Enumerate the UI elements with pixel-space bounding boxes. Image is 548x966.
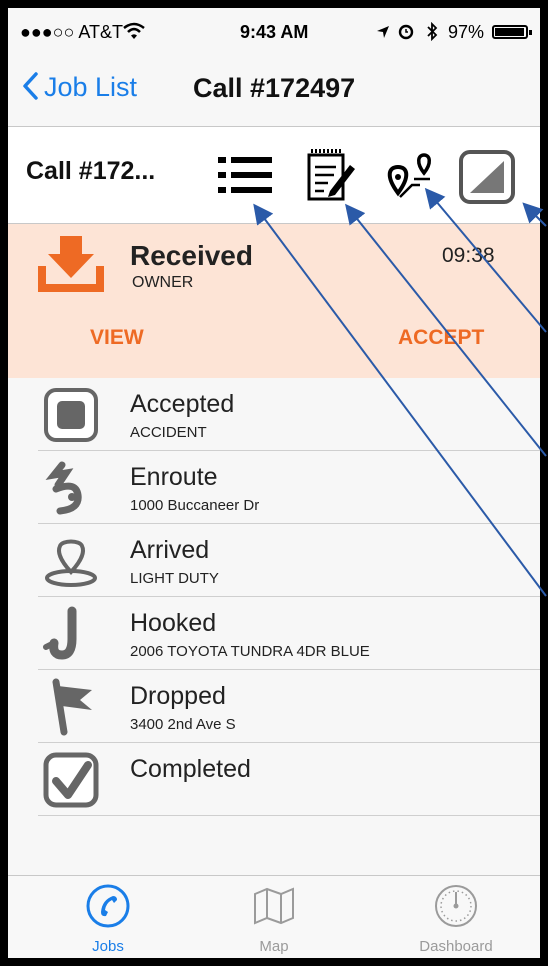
- status-title: Arrived: [130, 536, 210, 564]
- status-item-arrived[interactable]: Arrived LIGHT DUTY: [38, 524, 540, 597]
- wifi-icon: [123, 22, 145, 39]
- tab-label: Dashboard: [419, 938, 493, 955]
- status-item-dropped[interactable]: Dropped 3400 2nd Ave S: [38, 670, 540, 743]
- carrier-label: ●●●○○ AT&T: [20, 22, 124, 42]
- received-time: 09:38: [442, 244, 495, 267]
- status-subtitle: 1000 Buccaneer Dr: [130, 497, 260, 514]
- status-subtitle: 2006 TOYOTA TUNDRA 4DR BLUE: [130, 643, 370, 660]
- status-item-hooked[interactable]: Hooked 2006 TOYOTA TUNDRA 4DR BLUE: [38, 597, 540, 670]
- received-card[interactable]: Received OWNER 09:38 VIEW ACCEPT: [8, 224, 540, 378]
- chevron-left-icon: [23, 72, 38, 100]
- call-number-label: Call #172...: [26, 157, 156, 185]
- clock-label: 9:43 AM: [240, 22, 309, 42]
- notes-icon[interactable]: [306, 147, 356, 208]
- hook-icon: [43, 606, 77, 660]
- alarm-icon: [398, 24, 414, 40]
- status-item-completed[interactable]: Completed: [38, 743, 540, 816]
- download-tray-icon: [38, 236, 104, 292]
- arrived-pin-icon: [45, 539, 97, 587]
- phone-icon: [86, 884, 130, 928]
- tab-bar: Jobs Map Dashboard: [8, 875, 540, 958]
- battery-percent: 97%: [448, 22, 485, 42]
- navigation-bar: Job List Call #172497: [8, 64, 540, 124]
- view-button[interactable]: VIEW: [90, 326, 144, 350]
- status-title: Hooked: [130, 609, 217, 637]
- accept-button[interactable]: ACCEPT: [398, 326, 484, 350]
- back-button-label: Job List: [44, 72, 138, 102]
- map-icon: [254, 887, 294, 925]
- received-title: Received: [130, 240, 253, 271]
- gauge-icon: [435, 885, 477, 927]
- status-subtitle: LIGHT DUTY: [130, 570, 219, 587]
- status-title: Enroute: [130, 463, 218, 491]
- list-icon[interactable]: [218, 155, 272, 200]
- status-subtitle: ACCIDENT: [130, 424, 207, 441]
- status-subtitle: 3400 2nd Ave S: [130, 716, 236, 733]
- tab-jobs[interactable]: Jobs: [38, 876, 178, 958]
- tab-dashboard[interactable]: Dashboard: [386, 876, 526, 958]
- battery-icon: [492, 25, 532, 39]
- status-icon[interactable]: [458, 149, 516, 210]
- enroute-icon: [45, 461, 82, 515]
- route-icon[interactable]: [382, 153, 442, 206]
- status-bar: ●●●○○ AT&T 9:43 AM 97%: [8, 8, 540, 52]
- tab-label: Map: [259, 938, 289, 955]
- status-item-accepted[interactable]: Accepted ACCIDENT: [38, 378, 540, 451]
- page-title: Call #172497: [193, 73, 356, 103]
- tab-label: Jobs: [92, 938, 124, 955]
- job-toolbar: Call #172...: [8, 126, 540, 225]
- status-title: Completed: [130, 755, 251, 783]
- accepted-square-icon: [44, 388, 98, 442]
- tab-map[interactable]: Map: [204, 876, 344, 958]
- received-subtitle: OWNER: [132, 274, 194, 291]
- status-list: Accepted ACCIDENT Enroute 1000 Buccaneer…: [38, 378, 540, 816]
- status-item-enroute[interactable]: Enroute 1000 Buccaneer Dr: [38, 451, 540, 524]
- phone-screen: ●●●○○ AT&T 9:43 AM 97% Job List Call #17…: [8, 8, 540, 958]
- location-arrow-icon: [377, 26, 389, 38]
- bluetooth-icon: [427, 22, 438, 41]
- status-title: Accepted: [130, 390, 235, 418]
- status-title: Dropped: [130, 682, 226, 710]
- checkbox-icon: [43, 752, 99, 808]
- back-button[interactable]: Job List: [22, 72, 137, 103]
- flag-icon: [52, 678, 92, 736]
